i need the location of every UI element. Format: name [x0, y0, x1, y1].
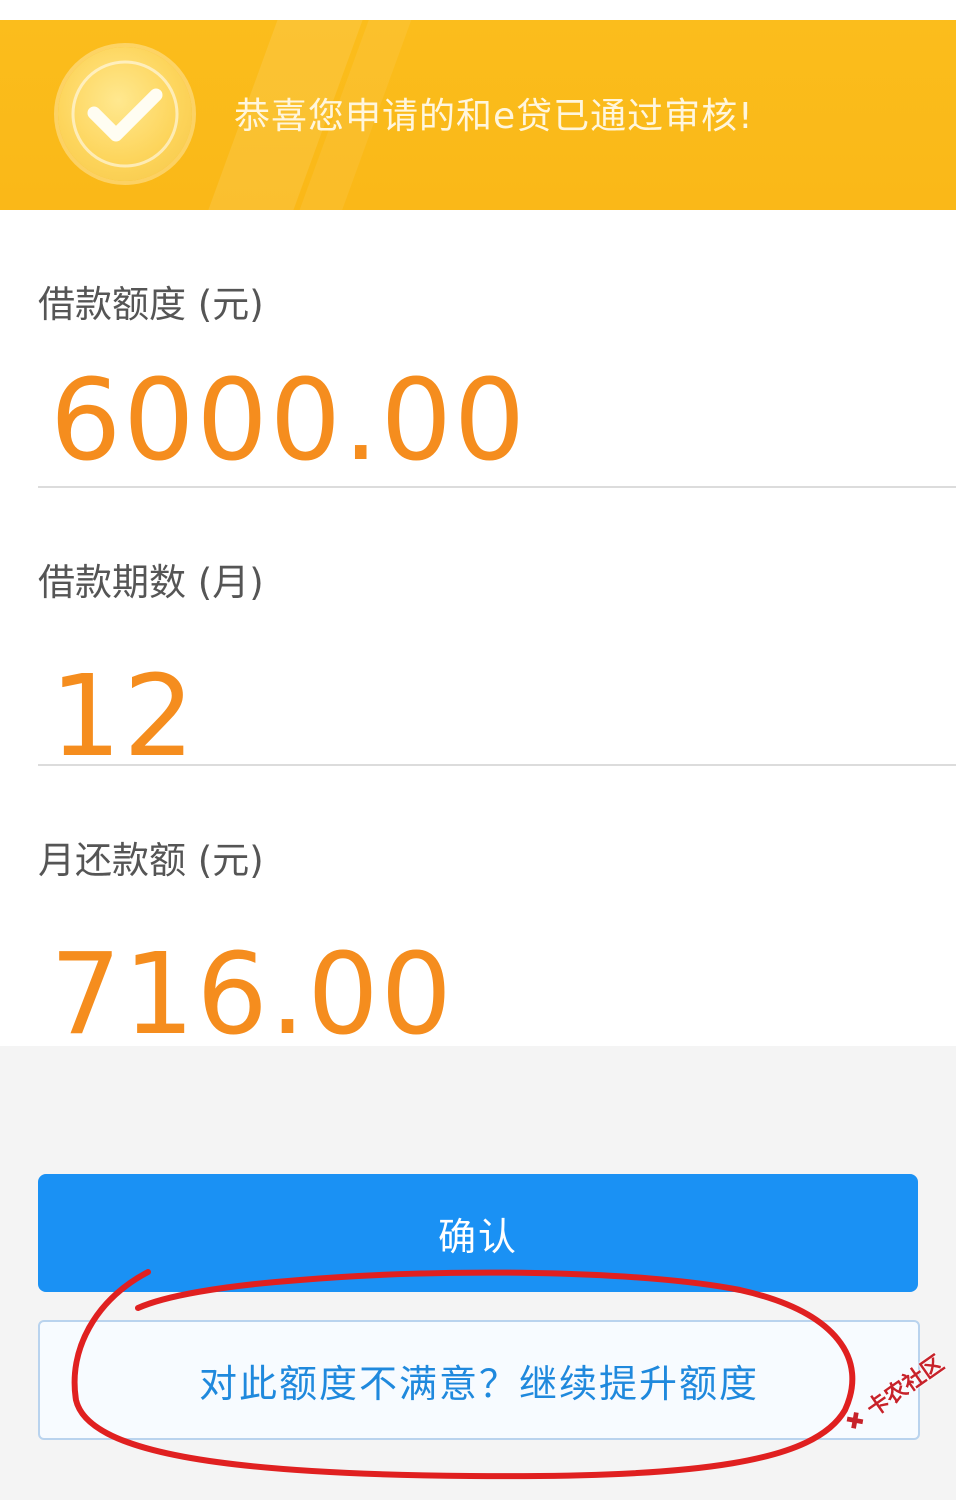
monthly-payment-label: 月还款额 (元)	[38, 839, 264, 882]
approval-message: 恭喜您申请的和e贷已通过审核!	[234, 96, 754, 137]
raise-limit-button[interactable]: 对此额度不满意？继续提升额度	[38, 1320, 920, 1440]
loan-amount-label: 借款额度 (元)	[38, 283, 264, 326]
loan-amount-value: 6000.00	[50, 356, 528, 486]
loan-term-field: 借款期数 (月) 12	[0, 488, 956, 782]
monthly-payment-field: 月还款额 (元) 716.00	[0, 766, 956, 1060]
approval-banner: 恭喜您申请的和e贷已通过审核!	[0, 20, 956, 210]
check-circle-icon	[58, 47, 192, 181]
loan-amount-field: 借款额度 (元) 6000.00	[0, 210, 956, 488]
top-strip	[0, 0, 956, 21]
confirm-button[interactable]: 确认	[38, 1174, 918, 1292]
loan-term-value: 12	[50, 652, 197, 782]
monthly-payment-value: 716.00	[50, 930, 454, 1060]
loan-term-label: 借款期数 (月)	[38, 561, 264, 604]
